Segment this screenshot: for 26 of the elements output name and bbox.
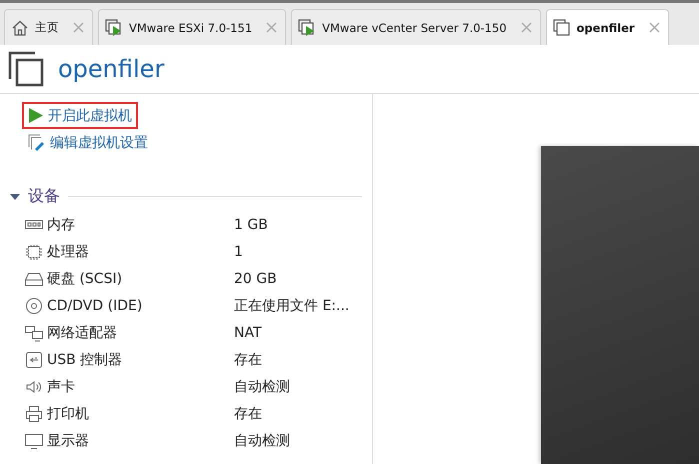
device-name: 网络适配器 bbox=[47, 324, 117, 342]
device-value: NAT bbox=[234, 324, 263, 340]
device-name: CD/DVD (IDE) bbox=[47, 298, 142, 314]
device-value: 存在 bbox=[234, 404, 263, 422]
device-value: 正在使用文件 E:... bbox=[234, 296, 350, 314]
tab[interactable]: VMware vCenter Server 7.0-150 bbox=[291, 9, 541, 45]
device-name: 声卡 bbox=[47, 378, 75, 396]
tab[interactable]: openfiler bbox=[546, 9, 669, 45]
action-link[interactable]: 编辑虚拟机设置 bbox=[22, 129, 154, 156]
device-value: 自动检测 bbox=[234, 378, 291, 396]
action-link[interactable]: 开启此虚拟机 bbox=[22, 102, 138, 129]
device-name: 处理器 bbox=[47, 242, 89, 260]
tab[interactable]: 主页 bbox=[4, 9, 93, 45]
device-name: 打印机 bbox=[47, 404, 89, 422]
device-name: 硬盘 (SCSI) bbox=[47, 270, 122, 288]
tab[interactable]: VMware ESXi 7.0-151 bbox=[98, 9, 286, 45]
device-value: 存在 bbox=[234, 350, 263, 368]
device-value: 自动检测 bbox=[234, 432, 291, 450]
device-name: 显示器 bbox=[47, 432, 89, 450]
device-value: 1 GB bbox=[234, 216, 269, 232]
device-value: 20 GB bbox=[234, 270, 278, 286]
vm-title: openfiler bbox=[58, 55, 164, 83]
section-title: 设备 bbox=[28, 186, 60, 207]
device-name: 内存 bbox=[47, 216, 75, 234]
device-name: USB 控制器 bbox=[47, 350, 122, 368]
device-value: 1 bbox=[234, 244, 244, 260]
